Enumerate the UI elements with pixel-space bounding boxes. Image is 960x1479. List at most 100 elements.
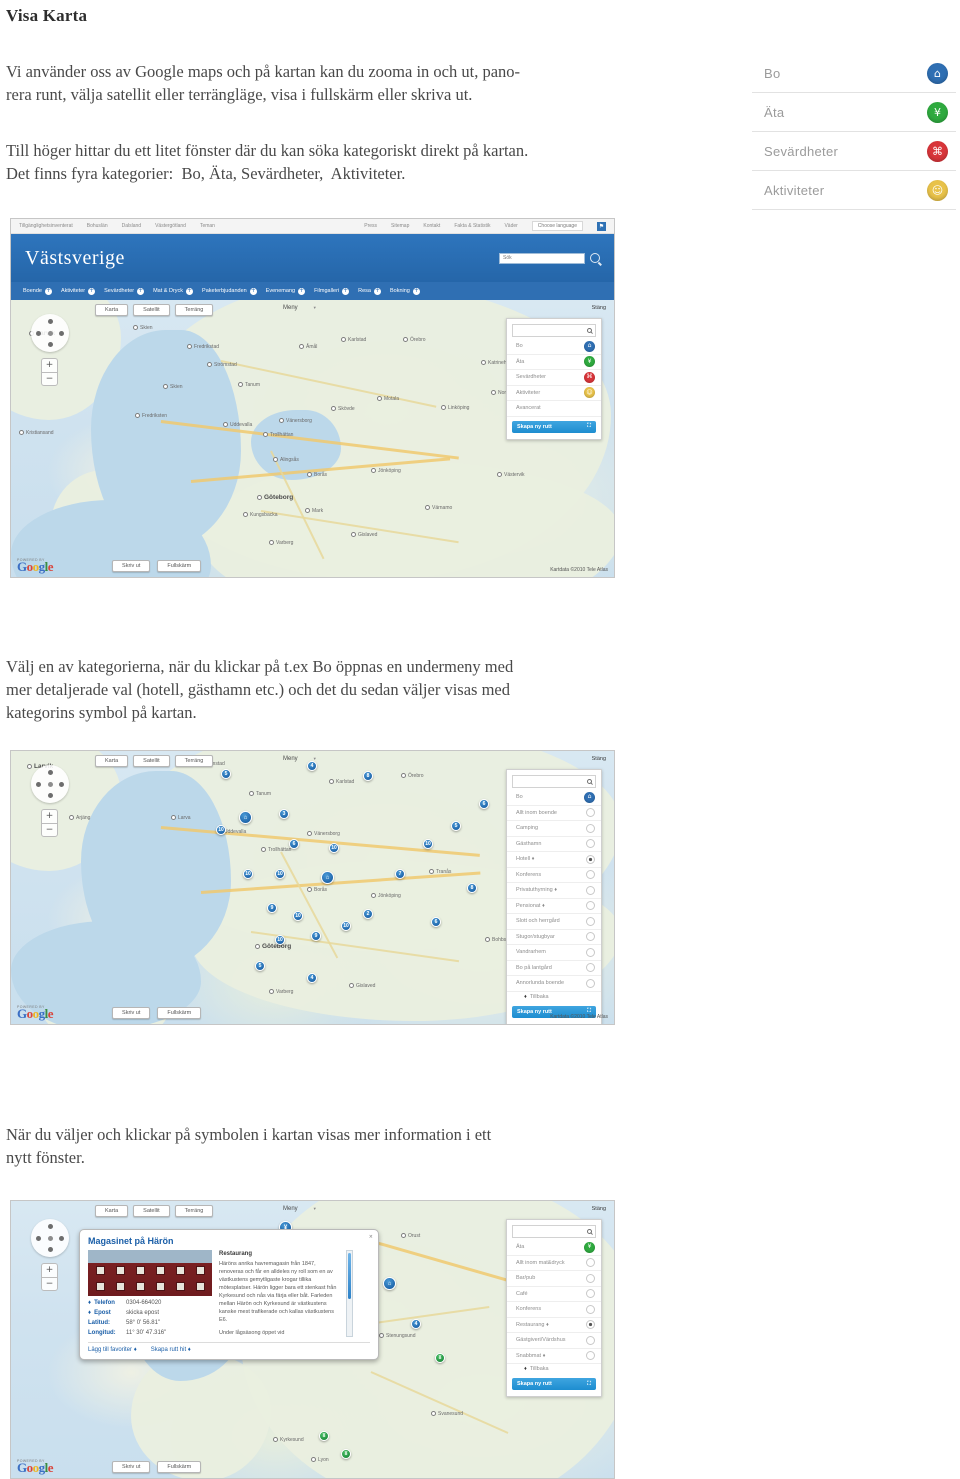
panel-search-input[interactable]: [512, 775, 596, 788]
submenu-option[interactable]: Camping: [507, 821, 601, 837]
radio-icon[interactable]: [586, 808, 595, 818]
map-marker[interactable]: 8: [467, 883, 477, 893]
map-marker[interactable]: 3: [279, 809, 289, 819]
map-menu-dropdown[interactable]: Meny: [283, 305, 317, 311]
map-type-karta[interactable]: Karta: [95, 304, 129, 316]
top-link-sitemap[interactable]: Sitemap: [391, 223, 409, 229]
map-type-terrang[interactable]: Terräng: [174, 755, 214, 767]
nav-item-paketerbjudanden[interactable]: Paketerbjudanden +: [202, 287, 257, 295]
map-marker[interactable]: 5: [255, 961, 265, 971]
map-zoom-control[interactable]: + −: [41, 809, 58, 837]
info-window-scrollbar[interactable]: [346, 1250, 353, 1337]
top-link-2[interactable]: Dalsland: [122, 223, 141, 229]
submenu-option[interactable]: Bar/pub: [507, 1271, 601, 1287]
submenu-option[interactable]: Pensionat ♦: [507, 899, 601, 914]
map-marker[interactable]: 10: [216, 825, 226, 835]
radio-icon[interactable]: [586, 932, 595, 942]
panel-row-aktiviteter[interactable]: Aktiviteter ☺: [507, 386, 601, 401]
panel-row-sevardheter[interactable]: Sevärdheter ⌘: [507, 370, 601, 386]
map-viewport-3[interactable]: Orust Stenungsund Svanesund Lyon Kyrkesu…: [11, 1201, 614, 1478]
map-marker[interactable]: 4: [411, 1319, 421, 1329]
map-marker[interactable]: 9: [267, 903, 277, 913]
category-row-ata[interactable]: Äta ¥: [752, 93, 956, 132]
radio-icon-selected[interactable]: [586, 854, 595, 864]
map-type-satellit[interactable]: Satellit: [133, 304, 170, 316]
submenu-option[interactable]: Bo på lantgård: [507, 961, 601, 976]
map-viewport-2[interactable]: Larvik Strömstad Tanum Uddevalla Trollhä…: [11, 751, 614, 1024]
map-type-satellit[interactable]: Satellit: [133, 755, 170, 767]
radio-icon[interactable]: [586, 901, 595, 911]
zoom-out-button[interactable]: −: [41, 372, 58, 386]
map-close-button[interactable]: Stäng: [592, 756, 606, 762]
radio-icon[interactable]: [586, 1273, 595, 1283]
create-route-here-button[interactable]: Skapa rutt hit: [151, 1347, 191, 1353]
submenu-option[interactable]: Snabbmat ♦: [507, 1349, 601, 1364]
top-link-press[interactable]: Press: [364, 223, 377, 229]
fullscreen-button[interactable]: Fullskärm: [157, 560, 202, 572]
submenu-option[interactable]: Café: [507, 1287, 601, 1302]
submenu-option[interactable]: Slott och herrgård: [507, 914, 601, 930]
print-button[interactable]: Skriv ut: [112, 560, 151, 572]
map-marker[interactable]: ⌂: [239, 811, 252, 824]
map-marker[interactable]: 7: [395, 869, 405, 879]
top-link-vader[interactable]: Väder: [504, 223, 517, 229]
map-marker[interactable]: 6: [479, 799, 489, 809]
print-button[interactable]: Skriv ut: [112, 1007, 151, 1019]
map-viewport-1[interactable]: Larvik Skien Fredrikstad Strömstad Tanum…: [11, 300, 614, 577]
radio-icon[interactable]: [586, 1258, 595, 1268]
map-marker[interactable]: 10: [275, 869, 285, 879]
radio-icon[interactable]: [586, 1351, 595, 1361]
radio-icon[interactable]: [586, 1304, 595, 1314]
panel-row-avancerat[interactable]: Avancerat: [507, 401, 601, 417]
language-select[interactable]: Choose language: [531, 221, 583, 231]
nav-item-evenemang[interactable]: Evenemang +: [266, 287, 306, 295]
flag-icon[interactable]: ⚑: [597, 221, 606, 231]
submenu-back-button[interactable]: Tillbaka: [507, 1364, 601, 1374]
map-marker[interactable]: 9: [311, 931, 321, 941]
nav-item-resa[interactable]: Resa +: [358, 287, 381, 295]
search-input[interactable]: [499, 252, 585, 264]
category-row-aktiviteter[interactable]: Aktiviteter ☺: [752, 171, 956, 210]
submenu-option[interactable]: Vandrarhem: [507, 945, 601, 961]
map-marker-restaurant[interactable]: ¥: [435, 1353, 445, 1363]
zoom-out-button[interactable]: −: [41, 823, 58, 837]
radio-icon[interactable]: [586, 963, 595, 973]
map-marker[interactable]: ⌂: [383, 1277, 396, 1290]
submenu-option[interactable]: Privatuthyrning ♦: [507, 883, 601, 899]
radio-icon[interactable]: [586, 885, 595, 895]
panel-row-bo[interactable]: Bo ⌂: [507, 339, 601, 355]
map-marker[interactable]: 8: [363, 771, 373, 781]
map-pan-control[interactable]: [31, 314, 69, 352]
zoom-out-button[interactable]: −: [41, 1277, 58, 1291]
map-pan-control[interactable]: [31, 765, 69, 803]
brand-logo[interactable]: Västsverige: [25, 247, 125, 270]
map-marker[interactable]: 10: [423, 839, 433, 849]
submenu-option[interactable]: Stugor/stugbyar: [507, 930, 601, 945]
top-link-3[interactable]: Västergötland: [155, 223, 186, 229]
zoom-in-button[interactable]: +: [41, 358, 58, 372]
panel-search-input[interactable]: [512, 1225, 596, 1238]
close-icon[interactable]: ×: [369, 1234, 373, 1240]
submenu-option[interactable]: Allt inom mat&dryck: [507, 1256, 601, 1271]
category-row-sevardheter[interactable]: Sevärdheter ⌘: [752, 132, 956, 171]
submenu-option[interactable]: Gästhamn: [507, 837, 601, 852]
submenu-header-ata[interactable]: Äta ¥: [507, 1240, 601, 1256]
create-route-button[interactable]: Skapa ny rutt ⛶: [512, 420, 596, 433]
print-button[interactable]: Skriv ut: [112, 1461, 151, 1473]
submenu-option[interactable]: Konferens: [507, 1302, 601, 1318]
nav-item-aktiviteter[interactable]: Aktiviteter +: [61, 287, 96, 295]
top-link-0[interactable]: Tillgänglighetsinventerat: [19, 223, 73, 229]
map-menu-dropdown[interactable]: Meny: [283, 756, 317, 762]
map-marker[interactable]: 5: [451, 821, 461, 831]
radio-icon[interactable]: [586, 839, 595, 849]
map-zoom-control[interactable]: + −: [41, 1263, 58, 1291]
submenu-option-selected[interactable]: Hotell ♦: [507, 852, 601, 868]
nav-item-bokning[interactable]: Bokning +: [390, 287, 420, 295]
map-type-terrang[interactable]: Terräng: [174, 304, 214, 316]
map-close-button[interactable]: Stäng: [592, 305, 606, 311]
radio-icon[interactable]: [586, 870, 595, 880]
map-marker[interactable]: 10: [293, 911, 303, 921]
submenu-option[interactable]: Gästgiveri/Värdshus: [507, 1333, 601, 1349]
radio-icon[interactable]: [586, 823, 595, 833]
add-favorite-button[interactable]: Lägg till favoriter: [88, 1347, 137, 1353]
